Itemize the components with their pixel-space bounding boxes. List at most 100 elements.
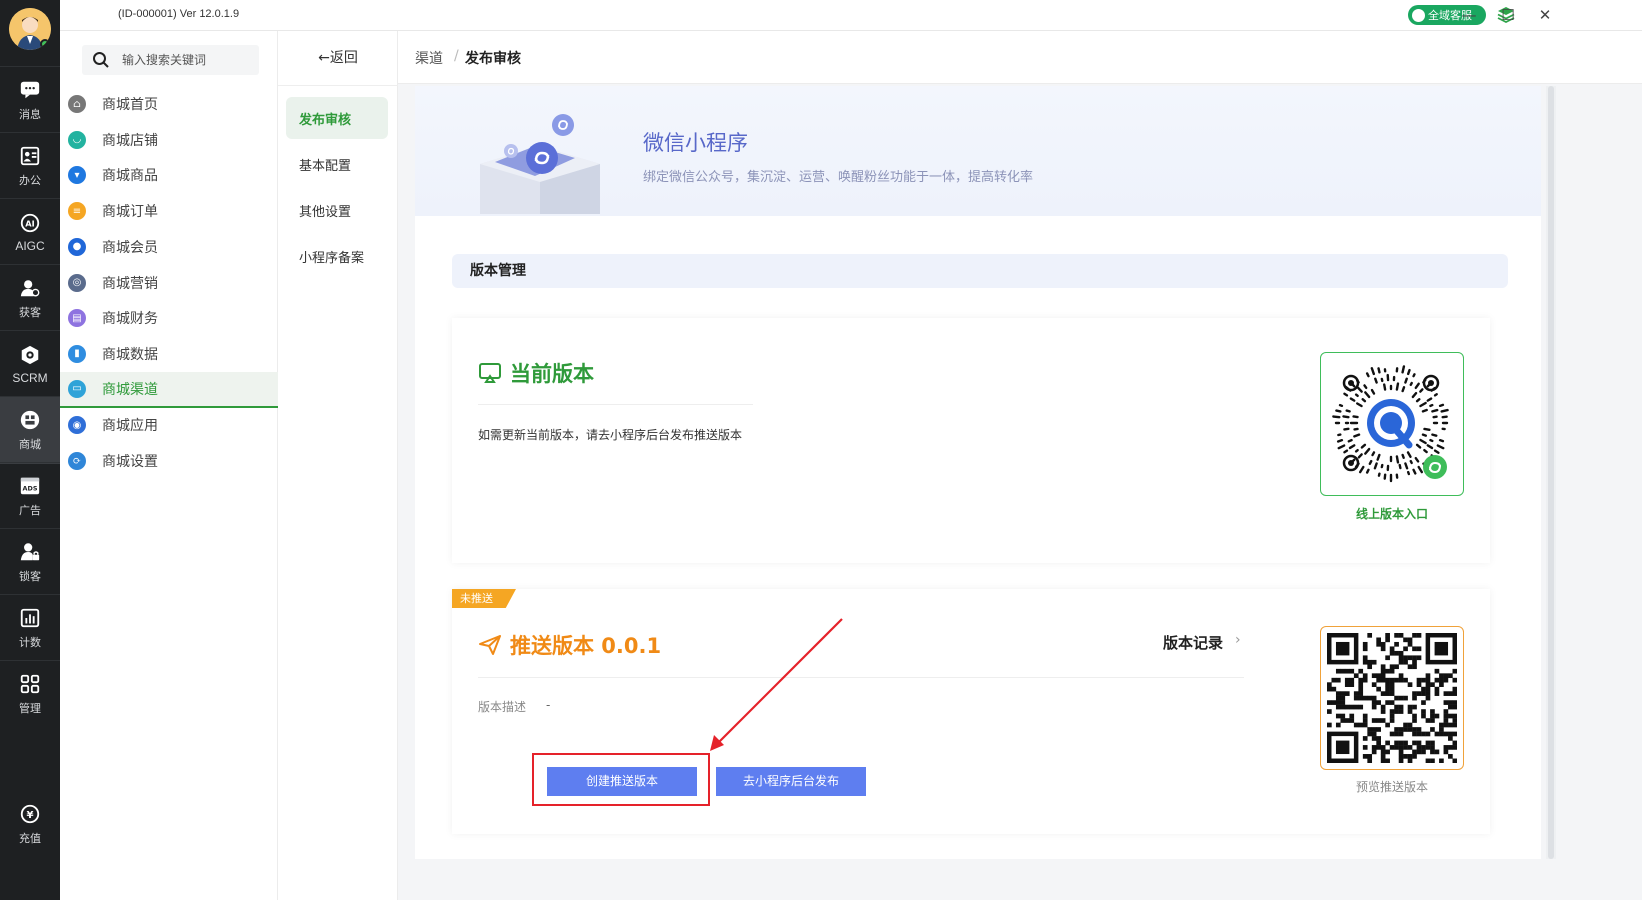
menu-item-goods[interactable]: ▾ 商城商品 [60, 157, 278, 193]
rail-label: 管理 [19, 702, 41, 715]
menu-item-marketing[interactable]: ◎ 商城营销 [60, 265, 278, 301]
menu-item-data[interactable]: ▮ 商城数据 [60, 336, 278, 372]
svg-text:¥: ¥ [26, 810, 33, 821]
grid-icon [20, 674, 40, 694]
apps-icon: ◉ [68, 416, 86, 435]
menu-item-label: 商城应用 [102, 418, 158, 435]
rail-item-recharge[interactable]: ¥ 充值 [0, 790, 60, 858]
maximize-button[interactable]: ☐ [1497, 4, 1519, 26]
rail-item-lock-customer[interactable]: 锁客 [0, 528, 60, 596]
ads-icon: ADS [20, 477, 40, 495]
breadcrumb: 渠道 / 发布审核 [398, 31, 1642, 84]
hero-banner: 微信小程序 绑定微信公众号，集沉淀、运营、唤醒粉丝功能于一体，提高转化率 [415, 86, 1541, 216]
push-version-heading: 推送版本 0.0.1 [478, 630, 661, 660]
rail-item-aigc[interactable]: AI AIGC [0, 198, 60, 266]
online-dot [40, 39, 50, 49]
current-version-heading: 当前版本 [478, 358, 594, 388]
rail-item-ads[interactable]: ADS 广告 [0, 462, 60, 530]
stats-icon [20, 608, 40, 628]
hero-description: 绑定微信公众号，集沉淀、运营、唤醒粉丝功能于一体，提高转化率 [643, 170, 1034, 185]
rail-label: AIGC [15, 239, 45, 253]
divider [278, 85, 398, 86]
lock-customer-icon [20, 543, 40, 561]
search-input[interactable] [122, 53, 242, 67]
menu-item-label: 商城商品 [102, 168, 158, 185]
app-version: (ID-000001) Ver 12.0.1.9 [118, 8, 240, 20]
push-version-card: 未推送 推送版本 0.0.1 版本记录 › 版本描述 - 创建推送版本 去小程序… [452, 589, 1490, 834]
svg-text:ADS: ADS [23, 485, 38, 493]
online-version-qr[interactable] [1320, 352, 1464, 496]
send-icon [479, 635, 501, 655]
settings-icon: ⟳ [68, 452, 86, 470]
rail-item-office[interactable]: 办公 [0, 132, 60, 200]
search-box [82, 45, 259, 75]
breadcrumb-parent[interactable]: 渠道 [415, 48, 443, 68]
menu-item-orders[interactable]: ≡ 商城订单 [60, 193, 278, 229]
rail-label: 办公 [19, 174, 41, 187]
close-button[interactable]: ✕ [1534, 4, 1556, 26]
chevron-right-icon[interactable]: › [1235, 632, 1241, 648]
store-icon: ◡ [68, 130, 86, 149]
orders-icon: ≡ [68, 202, 86, 221]
rail-item-mall[interactable]: 商城 [0, 396, 60, 464]
subnav-item-other-settings[interactable]: 其他设置 [286, 189, 388, 231]
message-icon [20, 81, 40, 99]
menu-item-label: 商城会员 [102, 239, 158, 256]
back-button[interactable]: ←返回 [278, 43, 398, 73]
mini-program-illustration-icon [480, 114, 600, 214]
mall-menu: ⌂ 商城首页 ◡ 商城店铺 ▾ 商城商品 ≡ 商城订单 ● 商城会员 ◎ 商城营销 ▤ 商城财务 ▮ 商城数据… [60, 31, 278, 900]
online-version-link[interactable]: 线上版本入口 [1320, 505, 1464, 522]
rail-label: 获客 [19, 306, 41, 319]
monitor-icon [479, 363, 501, 383]
rail-item-stats[interactable]: 计数 [0, 594, 60, 662]
create-push-version-button[interactable]: 创建推送版本 [547, 767, 697, 796]
menu-item-store[interactable]: ◡ 商城店铺 [60, 122, 278, 158]
divider [478, 677, 1244, 678]
recharge-icon: ¥ [20, 804, 40, 823]
finance-icon: ▤ [68, 309, 86, 328]
subnav-item-basic-config[interactable]: 基本配置 [286, 143, 388, 185]
data-icon: ▮ [68, 344, 86, 363]
menu-item-home[interactable]: ⌂ 商城首页 [60, 86, 278, 122]
rail-item-acquire[interactable]: 获客 [0, 264, 60, 332]
user-avatar[interactable] [9, 8, 51, 50]
version-record-link[interactable]: 版本记录 [1163, 632, 1223, 653]
menu-item-label: 商城财务 [102, 311, 158, 328]
rail-label: SCRM [12, 371, 48, 385]
acquire-icon [20, 280, 40, 297]
menu-item-label: 商城数据 [102, 346, 158, 363]
breadcrumb-current: 发布审核 [465, 51, 521, 67]
rail-item-scrm[interactable]: SCRM [0, 330, 60, 398]
rail-label: 充值 [19, 831, 41, 845]
svg-text:AI: AI [25, 219, 34, 229]
content-panel: 微信小程序 绑定微信公众号，集沉淀、运营、唤醒粉丝功能于一体，提高转化率 版本管… [415, 86, 1541, 859]
main-content: 微信小程序 绑定微信公众号，集沉淀、运营、唤醒粉丝功能于一体，提高转化率 版本管… [398, 84, 1642, 900]
menu-item-channel[interactable]: ▭ 商城渠道 [60, 371, 278, 408]
subnav-item-filing[interactable]: 小程序备案 [286, 235, 388, 277]
subnav-item-publish-review[interactable]: 发布审核 [286, 97, 388, 139]
sub-nav: ←返回 发布审核 基本配置 其他设置 小程序备案 [278, 31, 398, 900]
menu-item-label: 商城营销 [102, 275, 158, 292]
rail-item-manage[interactable]: 管理 [0, 660, 60, 728]
minimize-button[interactable]: — [1458, 4, 1480, 26]
scrollbar[interactable] [1546, 86, 1556, 859]
menu-item-label: 商城首页 [102, 97, 158, 113]
current-version-title: 当前版本 [510, 362, 594, 386]
current-version-card: 当前版本 如需更新当前版本，请去小程序后台发布推送版本 线上版本入口 [452, 318, 1490, 563]
scrollbar-thumb[interactable] [1548, 86, 1554, 859]
ai-icon: AI [20, 213, 40, 233]
menu-item-label: 商城渠道 [102, 381, 158, 398]
menu-item-finance[interactable]: ▤ 商城财务 [60, 300, 278, 336]
preview-qr[interactable] [1320, 626, 1464, 770]
menu-item-settings[interactable]: ⟳ 商城设置 [60, 443, 278, 479]
menu-item-members[interactable]: ● 商城会员 [60, 229, 278, 265]
rail-item-message[interactable]: 消息 [0, 66, 60, 134]
menu-item-apps[interactable]: ◉ 商城应用 [60, 407, 278, 443]
search-icon [93, 52, 109, 68]
mini-program-code-icon [1332, 365, 1449, 483]
goto-backend-publish-button[interactable]: 去小程序后台发布 [716, 767, 866, 796]
rail-label: 计数 [19, 636, 41, 649]
preview-push-version-caption: 预览推送版本 [1355, 780, 1428, 794]
office-icon [20, 146, 40, 166]
section-title: 版本管理 [452, 254, 1508, 288]
